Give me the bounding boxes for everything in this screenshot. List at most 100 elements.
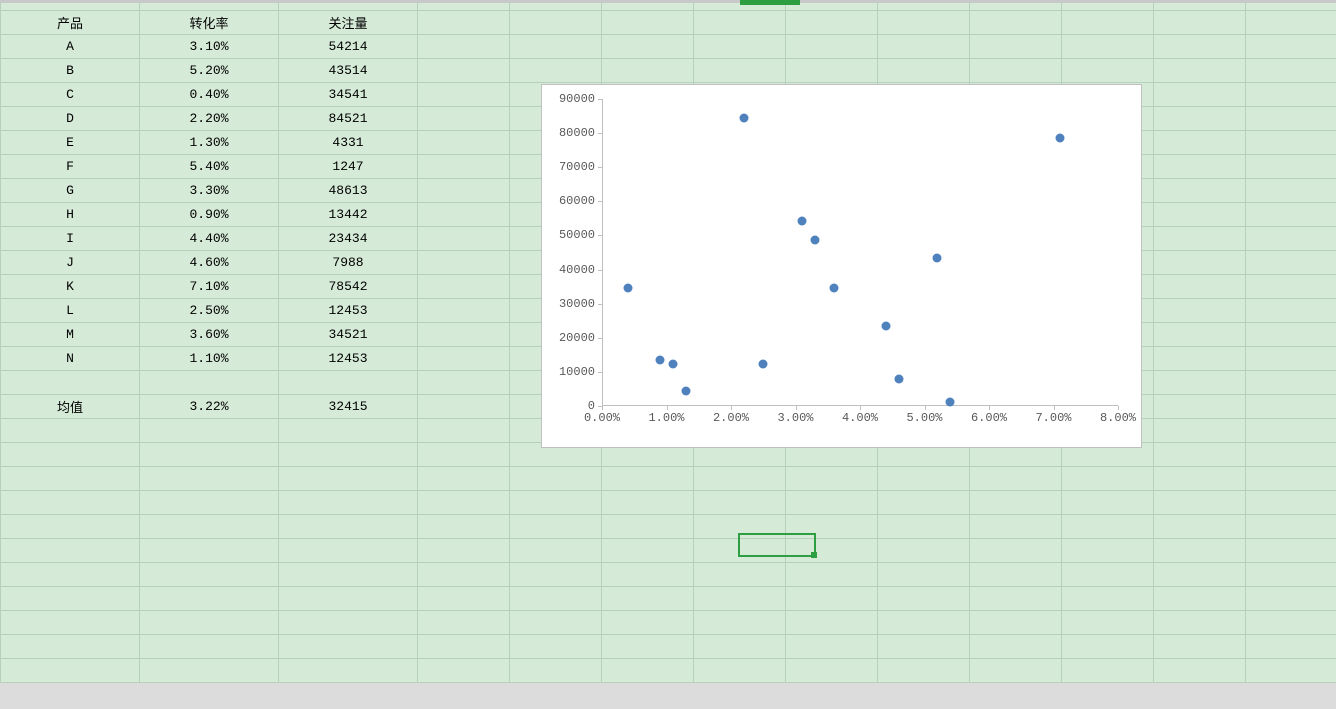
cell-product[interactable]: E (1, 131, 140, 155)
data-point[interactable] (894, 374, 903, 383)
x-tick-mark (1118, 406, 1119, 410)
cell-rate[interactable]: 2.20% (140, 107, 279, 131)
x-tick-label: 4.00% (835, 411, 885, 425)
y-tick-label: 70000 (551, 160, 595, 174)
x-tick-mark (989, 406, 990, 410)
data-point[interactable] (759, 359, 768, 368)
cell-product[interactable]: F (1, 155, 140, 179)
y-tick-mark (598, 304, 602, 305)
data-point[interactable] (668, 359, 677, 368)
summary-rate[interactable]: 3.22% (140, 395, 279, 419)
x-tick-label: 0.00% (577, 411, 627, 425)
cell-product[interactable]: L (1, 299, 140, 323)
cell-rate[interactable]: 3.10% (140, 35, 279, 59)
cell-rate[interactable]: 4.60% (140, 251, 279, 275)
x-tick-label: 3.00% (771, 411, 821, 425)
cell-attention[interactable]: 48613 (279, 179, 418, 203)
cell-attention[interactable]: 34541 (279, 83, 418, 107)
y-tick-label: 60000 (551, 194, 595, 208)
cell-product[interactable]: H (1, 203, 140, 227)
summary-attention[interactable]: 32415 (279, 395, 418, 419)
cell-attention[interactable]: 4331 (279, 131, 418, 155)
cell-product[interactable]: J (1, 251, 140, 275)
data-point[interactable] (830, 284, 839, 293)
data-point[interactable] (1055, 134, 1064, 143)
cell-rate[interactable]: 3.30% (140, 179, 279, 203)
cell-rate[interactable]: 0.90% (140, 203, 279, 227)
cell-product[interactable]: C (1, 83, 140, 107)
data-point[interactable] (810, 236, 819, 245)
data-point[interactable] (881, 322, 890, 331)
cell-attention[interactable]: 54214 (279, 35, 418, 59)
cell-product[interactable]: B (1, 59, 140, 83)
ribbon-accent (740, 0, 800, 5)
col-header-product[interactable]: 产品 (1, 11, 140, 35)
y-tick-mark (598, 235, 602, 236)
y-tick-mark (598, 338, 602, 339)
cell-product[interactable]: A (1, 35, 140, 59)
summary-label[interactable]: 均值 (1, 395, 140, 419)
y-tick-label: 10000 (551, 365, 595, 379)
cell-attention[interactable]: 78542 (279, 275, 418, 299)
col-header-attention[interactable]: 关注量 (279, 11, 418, 35)
cell-rate[interactable]: 2.50% (140, 299, 279, 323)
y-tick-label: 20000 (551, 331, 595, 345)
table-row: A3.10%54214 (1, 35, 1336, 59)
cell-product[interactable]: N (1, 347, 140, 371)
spreadsheet-area[interactable]: 产品转化率关注量A3.10%54214B5.20%43514C0.40%3454… (0, 0, 1336, 709)
x-tick-mark (731, 406, 732, 410)
cell-attention[interactable]: 1247 (279, 155, 418, 179)
y-tick-mark (598, 372, 602, 373)
y-tick-label: 90000 (551, 92, 595, 106)
cell-attention[interactable]: 7988 (279, 251, 418, 275)
x-tick-mark (925, 406, 926, 410)
cell-rate[interactable]: 3.60% (140, 323, 279, 347)
y-tick-mark (598, 133, 602, 134)
cell-attention[interactable]: 34521 (279, 323, 418, 347)
table-row: B5.20%43514 (1, 59, 1336, 83)
cell-attention[interactable]: 43514 (279, 59, 418, 83)
y-tick-label: 30000 (551, 297, 595, 311)
data-point[interactable] (656, 356, 665, 365)
cell-rate[interactable]: 5.20% (140, 59, 279, 83)
y-tick-mark (598, 167, 602, 168)
cell-product[interactable]: G (1, 179, 140, 203)
data-point[interactable] (623, 284, 632, 293)
cell-product[interactable]: I (1, 227, 140, 251)
x-tick-label: 2.00% (706, 411, 756, 425)
cell-rate[interactable]: 7.10% (140, 275, 279, 299)
cell-rate[interactable]: 1.10% (140, 347, 279, 371)
y-tick-label: 80000 (551, 126, 595, 140)
data-point[interactable] (739, 113, 748, 122)
y-axis-line (602, 99, 603, 406)
cell-rate[interactable]: 5.40% (140, 155, 279, 179)
x-tick-label: 1.00% (642, 411, 692, 425)
y-tick-mark (598, 201, 602, 202)
data-point[interactable] (946, 397, 955, 406)
scatter-chart[interactable]: 0100002000030000400005000060000700008000… (541, 84, 1142, 448)
cell-product[interactable]: K (1, 275, 140, 299)
y-tick-mark (598, 270, 602, 271)
data-point[interactable] (933, 253, 942, 262)
x-tick-mark (667, 406, 668, 410)
cell-product[interactable]: M (1, 323, 140, 347)
cell-rate[interactable]: 0.40% (140, 83, 279, 107)
x-tick-label: 8.00% (1093, 411, 1143, 425)
cell-attention[interactable]: 12453 (279, 299, 418, 323)
cell-attention[interactable]: 12453 (279, 347, 418, 371)
cell-rate[interactable]: 4.40% (140, 227, 279, 251)
y-tick-label: 50000 (551, 228, 595, 242)
x-tick-label: 5.00% (900, 411, 950, 425)
data-point[interactable] (681, 387, 690, 396)
plot-area (602, 99, 1118, 406)
cell-attention[interactable]: 84521 (279, 107, 418, 131)
x-tick-label: 7.00% (1029, 411, 1079, 425)
cell-product[interactable]: D (1, 107, 140, 131)
cell-attention[interactable]: 23434 (279, 227, 418, 251)
data-point[interactable] (797, 217, 806, 226)
y-tick-label: 40000 (551, 263, 595, 277)
cell-attention[interactable]: 13442 (279, 203, 418, 227)
x-tick-mark (860, 406, 861, 410)
cell-rate[interactable]: 1.30% (140, 131, 279, 155)
col-header-rate[interactable]: 转化率 (140, 11, 279, 35)
